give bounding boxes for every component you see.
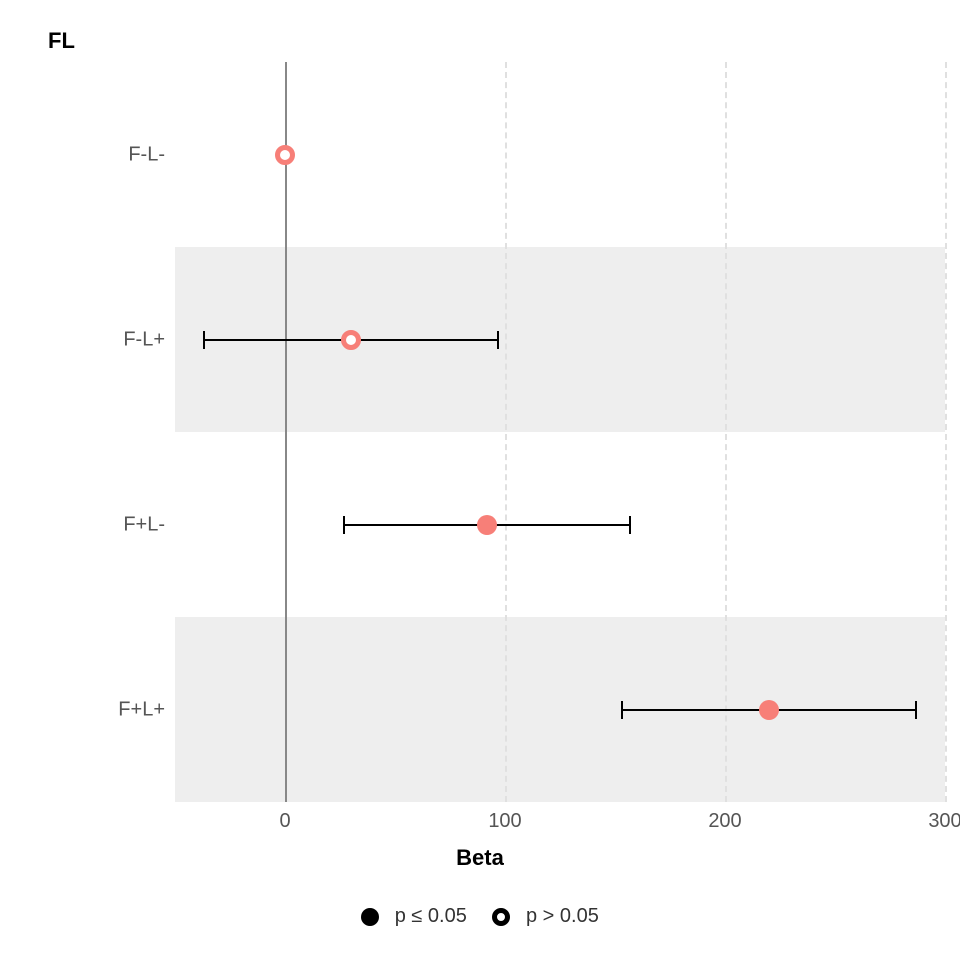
legend-label: p ≤ 0.05 — [395, 905, 467, 927]
x-axis-title: Beta — [0, 845, 960, 871]
point-marker — [759, 700, 779, 720]
error-cap — [621, 701, 623, 719]
page-title: FL — [48, 28, 75, 54]
legend: p ≤ 0.05 p > 0.05 — [0, 905, 960, 928]
error-cap — [203, 331, 205, 349]
x-tick-label: 300 — [928, 810, 960, 833]
grid-line — [725, 62, 727, 802]
zero-line — [285, 62, 287, 802]
dot-filled-icon — [361, 908, 379, 926]
error-cap — [343, 516, 345, 534]
y-tick-label: F-L+ — [123, 328, 165, 351]
legend-item-nonsig: p > 0.05 — [492, 905, 598, 928]
error-cap — [915, 701, 917, 719]
point-marker — [275, 145, 295, 165]
error-cap — [629, 516, 631, 534]
x-tick-label: 200 — [708, 810, 741, 833]
legend-item-sig: p ≤ 0.05 — [361, 905, 467, 928]
y-tick-label: F+L+ — [118, 698, 165, 721]
y-tick-label: F+L- — [123, 513, 165, 536]
forest-plot — [175, 62, 945, 802]
x-tick-label: 100 — [488, 810, 521, 833]
legend-label: p > 0.05 — [526, 905, 599, 927]
grid-line — [945, 62, 947, 802]
dot-hollow-icon — [492, 908, 510, 926]
error-cap — [497, 331, 499, 349]
y-tick-label: F-L- — [128, 143, 165, 166]
x-tick-label: 0 — [279, 810, 290, 833]
point-marker — [341, 330, 361, 350]
point-marker — [477, 515, 497, 535]
grid-line — [505, 62, 507, 802]
